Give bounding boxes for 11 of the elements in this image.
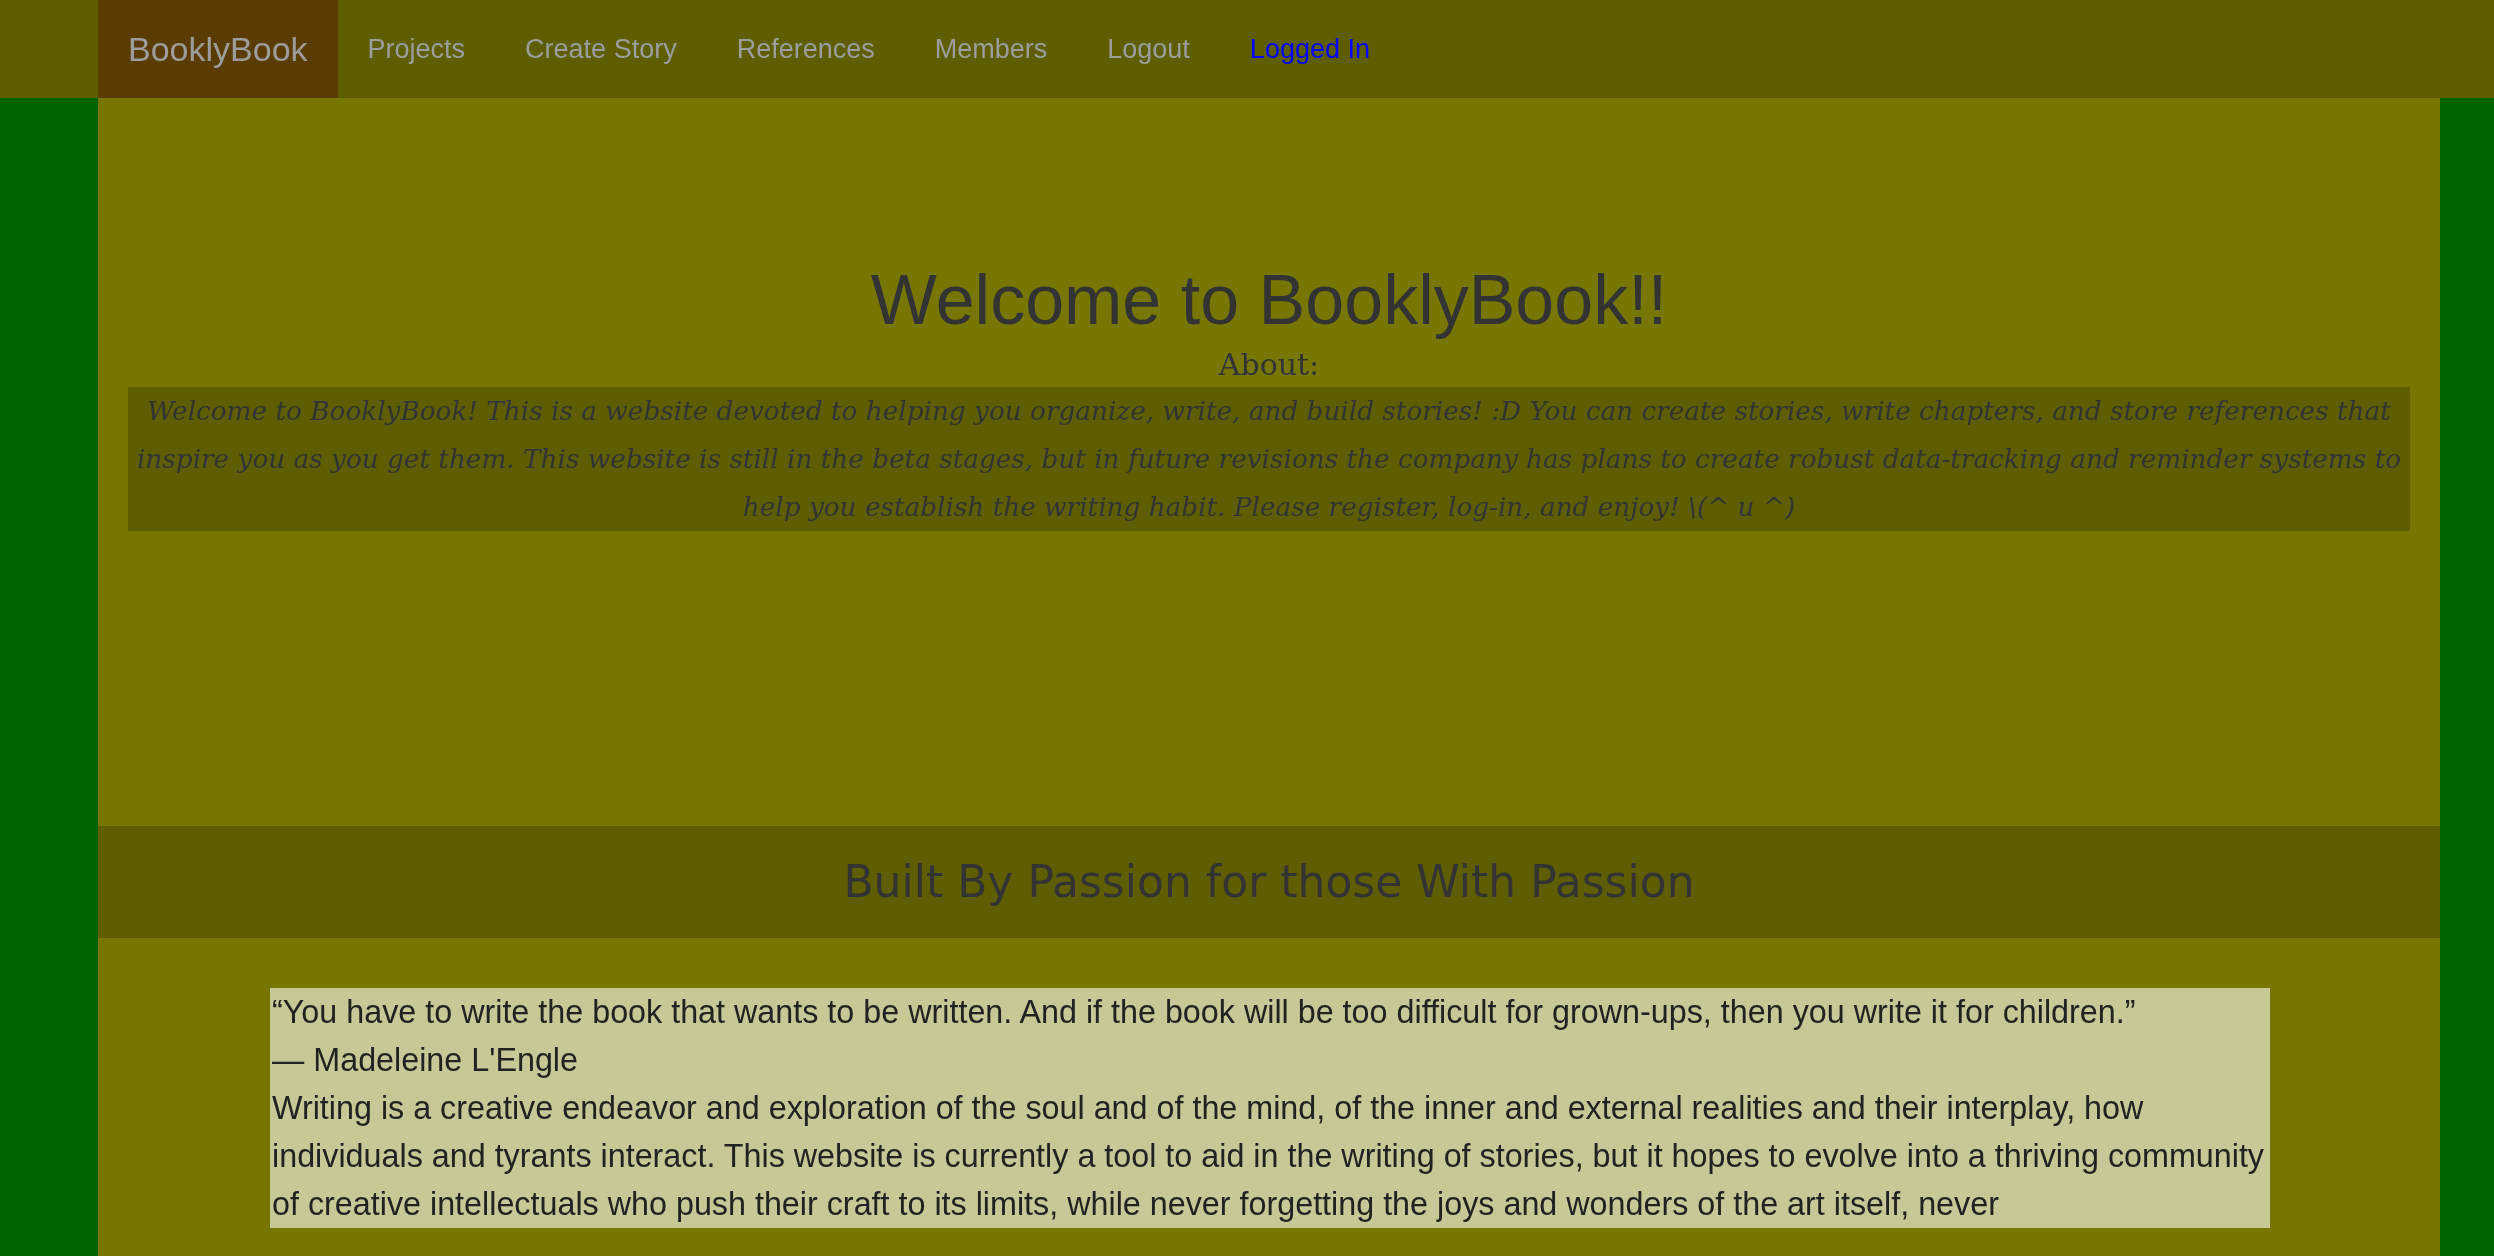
quote-attribution: — Madeleine L'Engle (272, 1041, 579, 1080)
page-heading: Welcome to BooklyBook!! (869, 260, 1669, 341)
intro-paragraph: Writing is a creative endeavor and exploration of the soul and of the mind, of the inner and external realities and their interplay, how individuals and tyrants interact. This website is currently a tool to aid in the writing of stories, but it hopes to evolve into a thriving community of creative intellectuals who push their craft to its limits, while never forgetting the joys and wonders of the art itself, never (272, 1089, 2265, 1224)
nav-link[interactable]: Projects (337, 28, 496, 70)
nav-link[interactable]: Members (904, 28, 1078, 70)
about-heading: About: (1217, 346, 1321, 384)
nav-link[interactable]: References (706, 28, 905, 70)
nav-link[interactable]: Create Story (495, 28, 707, 70)
nav-link[interactable]: Logout (1077, 28, 1220, 70)
brand-link[interactable]: BooklyBook (98, 0, 338, 98)
quote-text: “You have to write the book that wants to be written. And if the book will be too difficult for grown-ups, then you write it for children.” (272, 993, 2137, 1032)
